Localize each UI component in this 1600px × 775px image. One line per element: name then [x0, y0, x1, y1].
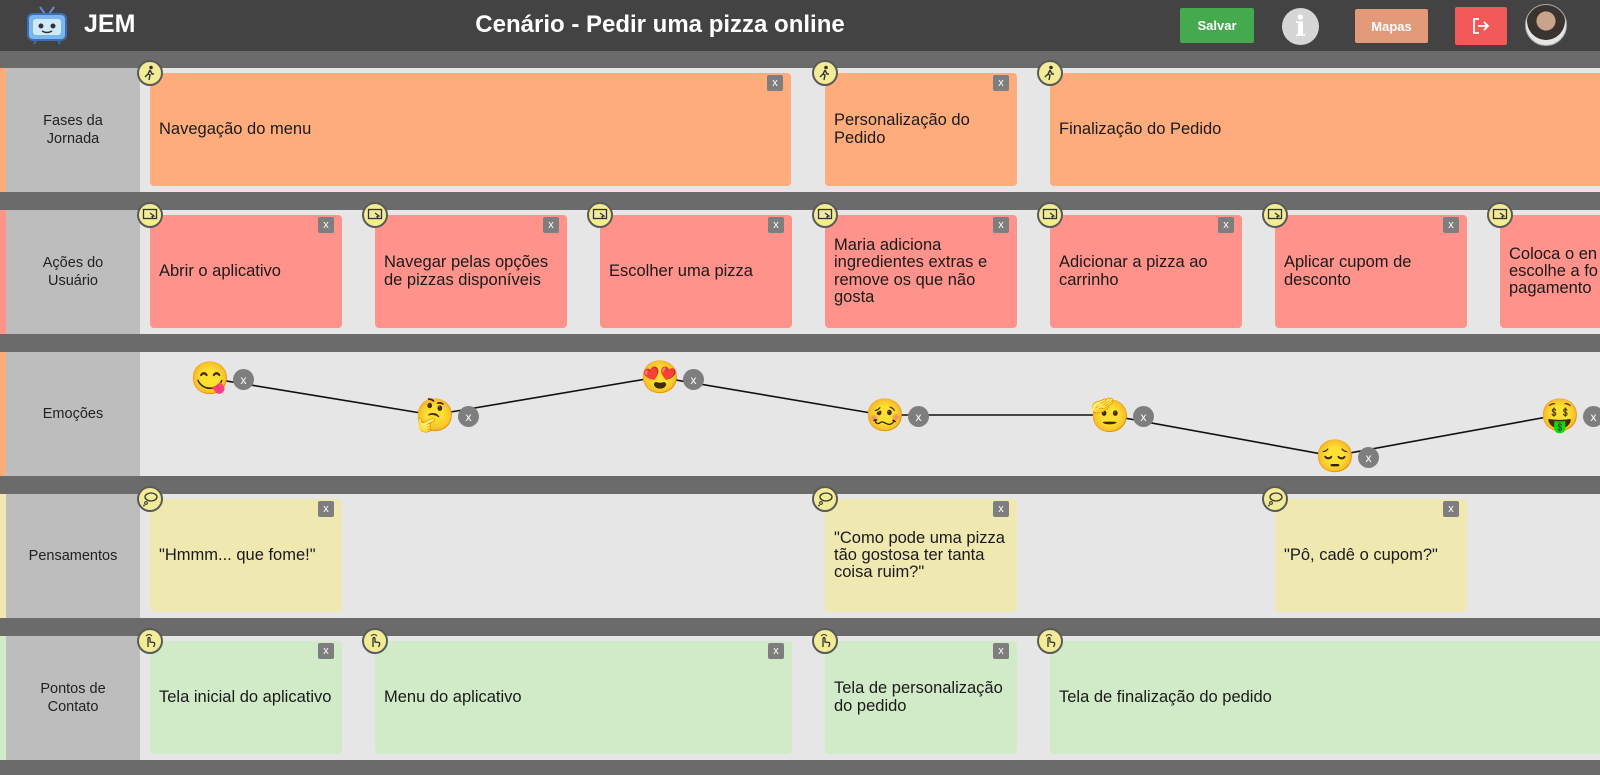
- page-title: Cenário - Pedir uma pizza online: [475, 11, 845, 38]
- touch-hand-icon: [1037, 628, 1063, 654]
- remove-card-button[interactable]: x: [1443, 501, 1459, 517]
- walking-person-icon: [1037, 60, 1063, 86]
- remove-emotion-button[interactable]: x: [1583, 406, 1600, 427]
- thought-card[interactable]: "Pô, cadê o cupom?": [1275, 499, 1467, 612]
- contact-card[interactable]: Tela inicial do aplicativo: [150, 641, 342, 754]
- remove-card-button[interactable]: x: [768, 217, 784, 233]
- actions-row: Ações do Usuário Abrir o aplicativo Nave…: [0, 202, 1600, 334]
- brand-name: JEM: [84, 10, 136, 38]
- remove-emotion-button[interactable]: x: [683, 369, 704, 390]
- screen-pointer-icon: [1037, 202, 1063, 228]
- walking-person-icon: [137, 60, 163, 86]
- row-label-actions: Ações do Usuário: [6, 210, 140, 334]
- remove-card-button[interactable]: x: [318, 217, 334, 233]
- yum-face-emoji[interactable]: 😋: [190, 360, 230, 396]
- remove-card-button[interactable]: x: [1218, 217, 1234, 233]
- remove-card-button[interactable]: x: [993, 75, 1009, 91]
- maps-button[interactable]: Mapas: [1355, 9, 1428, 43]
- remove-emotion-button[interactable]: x: [458, 406, 479, 427]
- remove-card-button[interactable]: x: [318, 501, 334, 517]
- contact-card[interactable]: Tela de finalização do pedido: [1050, 641, 1600, 754]
- remove-card-button[interactable]: x: [318, 643, 334, 659]
- walking-person-icon: [812, 60, 838, 86]
- saluting-face-emoji[interactable]: 🫡: [1090, 397, 1130, 433]
- action-card[interactable]: Adicionar a pizza ao carrinho: [1050, 215, 1242, 328]
- tv-robot-logo-icon: [27, 6, 67, 45]
- screen-pointer-icon: [1487, 202, 1513, 228]
- touch-hand-icon: [362, 628, 388, 654]
- action-card[interactable]: Coloca o en escolhe a fo pagamento: [1500, 215, 1600, 328]
- top-bar: JEM Cenário - Pedir uma pizza online Sal…: [0, 0, 1600, 51]
- logout-button[interactable]: [1455, 7, 1507, 45]
- info-button[interactable]: i: [1282, 8, 1319, 45]
- thinking-face-emoji[interactable]: 🤔: [415, 397, 455, 433]
- action-card[interactable]: Abrir o aplicativo: [150, 215, 342, 328]
- thought-bubble-icon: [812, 486, 838, 512]
- remove-emotion-button[interactable]: x: [1358, 447, 1379, 468]
- phase-card[interactable]: Finalização do Pedido: [1050, 73, 1600, 186]
- thought-card[interactable]: "Como pode uma pizza tão gostosa ter tan…: [825, 499, 1017, 612]
- remove-card-button[interactable]: x: [543, 217, 559, 233]
- heart-eyes-emoji[interactable]: 😍: [640, 359, 680, 395]
- thought-bubble-icon: [1262, 486, 1288, 512]
- screen-pointer-icon: [1262, 202, 1288, 228]
- row-label-thoughts: Pensamentos: [6, 494, 140, 618]
- row-label-contacts: Pontos de Contato: [6, 636, 140, 760]
- pensive-face-emoji[interactable]: 😔: [1315, 438, 1355, 474]
- phase-card[interactable]: Personalização do Pedido: [825, 73, 1017, 186]
- screen-pointer-icon: [137, 202, 163, 228]
- remove-card-button[interactable]: x: [993, 501, 1009, 517]
- save-button[interactable]: Salvar: [1180, 8, 1254, 43]
- logout-icon: [1473, 18, 1490, 34]
- action-card[interactable]: Maria adiciona ingredientes extras e rem…: [825, 215, 1017, 328]
- screen-pointer-icon: [362, 202, 388, 228]
- action-card[interactable]: Aplicar cupom de desconto: [1275, 215, 1467, 328]
- remove-card-button[interactable]: x: [993, 643, 1009, 659]
- screen-pointer-icon: [812, 202, 838, 228]
- remove-emotion-button[interactable]: x: [908, 406, 929, 427]
- remove-card-button[interactable]: x: [1443, 217, 1459, 233]
- emotions-row: Emoções 😋 x 🤔 x 😍 x 🥴 x 🫡 x 😔 x 🤑 x: [0, 352, 1600, 476]
- screen-pointer-icon: [587, 202, 613, 228]
- remove-emotion-button[interactable]: x: [1133, 406, 1154, 427]
- phase-card[interactable]: Navegação do menu: [150, 73, 791, 186]
- remove-emotion-button[interactable]: x: [233, 369, 254, 390]
- money-mouth-face-emoji[interactable]: 🤑: [1540, 397, 1580, 433]
- contact-card[interactable]: Tela de personalização do pedido: [825, 641, 1017, 754]
- thought-card[interactable]: "Hmmm... que fome!": [150, 499, 342, 612]
- remove-card-button[interactable]: x: [768, 643, 784, 659]
- remove-card-button[interactable]: x: [993, 217, 1009, 233]
- touch-hand-icon: [812, 628, 838, 654]
- phases-row: Fases da Jornada Navegação do menu Perso…: [0, 60, 1600, 192]
- thought-bubble-icon: [137, 486, 163, 512]
- remove-card-button[interactable]: x: [767, 75, 783, 91]
- touch-hand-icon: [137, 628, 163, 654]
- action-card[interactable]: Escolher uma pizza: [600, 215, 792, 328]
- contact-card[interactable]: Menu do aplicativo: [375, 641, 792, 754]
- woozy-face-emoji[interactable]: 🥴: [865, 397, 905, 433]
- row-label-phases: Fases da Jornada: [6, 68, 140, 192]
- thoughts-row: Pensamentos "Hmmm... que fome!" "Como po…: [0, 486, 1600, 618]
- action-card[interactable]: Navegar pelas opções de pizzas disponíve…: [375, 215, 567, 328]
- user-avatar[interactable]: [1525, 4, 1567, 46]
- contacts-row: Pontos de Contato Tela inicial do aplica…: [0, 628, 1600, 760]
